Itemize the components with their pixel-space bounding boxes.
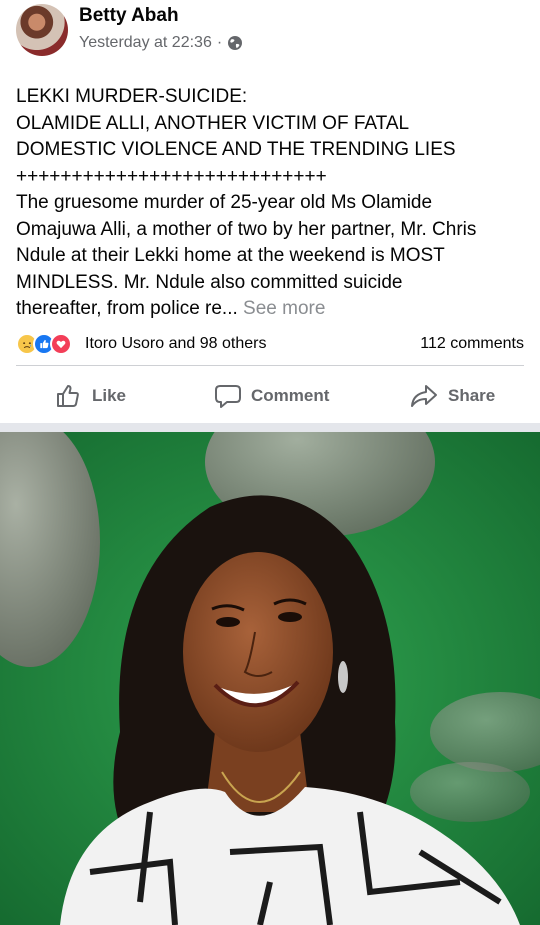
post-actions-bar: Like Comment Share — [0, 374, 540, 418]
reaction-summary[interactable]: Itoro Usoro and 98 others — [85, 335, 266, 353]
love-reaction-icon — [50, 333, 72, 355]
see-more-link[interactable]: See more — [243, 298, 325, 319]
author-avatar[interactable] — [16, 4, 68, 56]
post-body-text: LEKKI MURDER-SUICIDE: OLAMIDE ALLI, ANOT… — [16, 84, 528, 323]
comment-button[interactable]: Comment — [214, 380, 329, 412]
share-button[interactable]: Share — [409, 380, 495, 412]
meta-separator: · — [216, 34, 223, 51]
post-text-line: ++++++++++++++++++++++++++++ — [16, 165, 327, 187]
post-photo[interactable] — [0, 432, 540, 925]
like-button[interactable]: Like — [55, 380, 126, 412]
thumbs-up-icon — [57, 385, 79, 407]
post-text-line: DOMESTIC VIOLENCE AND THE TRENDING LIES — [16, 139, 456, 160]
reactions-row: Itoro Usoro and 98 others 112 comments — [16, 332, 524, 358]
post-text-line: MINDLESS. Mr. Ndule also committed suici… — [16, 271, 403, 293]
post-text-line: Omajuwa Alli, a mother of two by her par… — [16, 218, 477, 240]
post-text-line: OLAMIDE ALLI, ANOTHER VICTIM OF FATAL — [16, 112, 410, 134]
post-text-line: The gruesome murder of 25-year old Ms Ol… — [16, 192, 433, 213]
reaction-icons[interactable] — [16, 333, 82, 355]
divider — [16, 365, 524, 366]
post-timestamp[interactable]: Yesterday at 22:36 — [79, 34, 212, 52]
like-label: Like — [92, 386, 127, 405]
post-text-last-line: thereafter, from police re... See more — [16, 296, 528, 323]
post-meta: Yesterday at 22:36 · — [79, 34, 243, 52]
post-header: Betty Abah Yesterday at 22:36 · — [0, 0, 540, 70]
author-name[interactable]: Betty Abah — [79, 5, 179, 27]
section-separator — [0, 423, 540, 432]
portrait-illustration — [0, 432, 540, 925]
comment-bubble-icon — [215, 385, 241, 408]
post-text-line: thereafter, from police re... — [16, 298, 238, 319]
share-arrow-icon — [411, 385, 437, 407]
comment-label: Comment — [251, 386, 330, 405]
share-label: Share — [448, 386, 496, 405]
globe-icon — [228, 36, 243, 50]
comments-count[interactable]: 112 comments — [420, 335, 524, 353]
post-text-line: Ndule at their Lekki home at the weekend… — [16, 245, 445, 266]
post-text-line: LEKKI MURDER-SUICIDE: — [16, 86, 248, 107]
